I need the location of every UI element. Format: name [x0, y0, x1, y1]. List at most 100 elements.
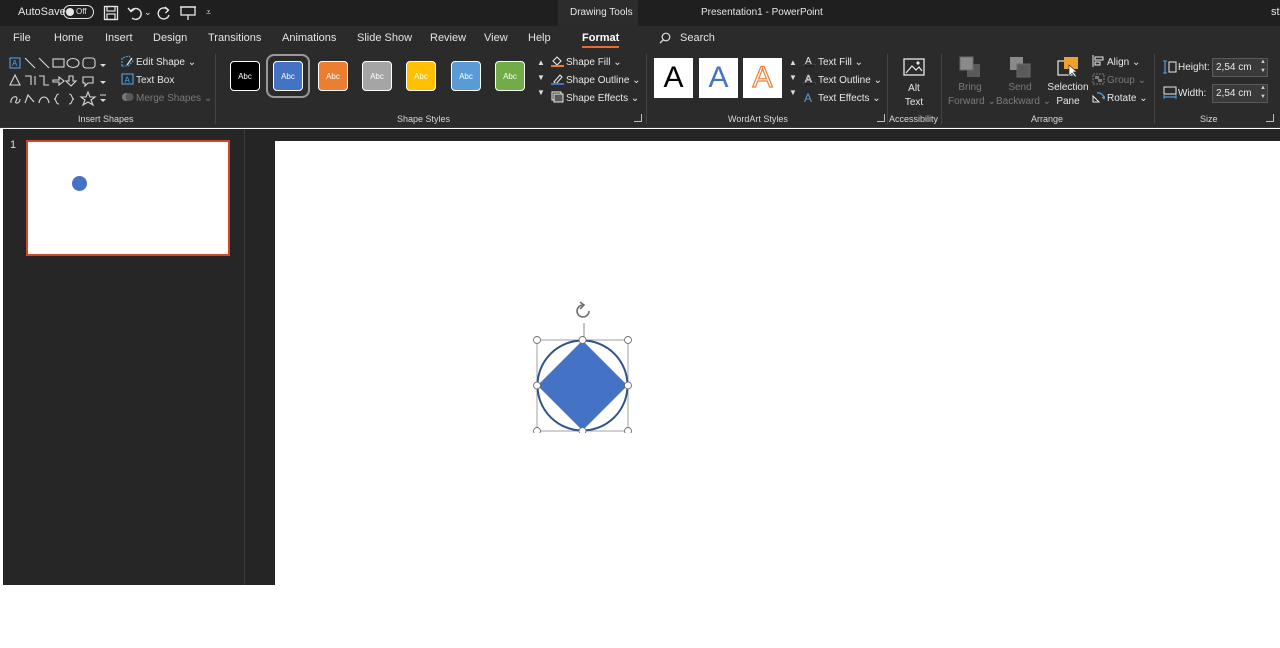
more-styles-icon[interactable]: ▼	[788, 85, 798, 100]
group-separator	[1154, 54, 1155, 124]
tab-file[interactable]: File	[13, 26, 31, 50]
selected-shape-group[interactable]	[527, 301, 637, 433]
shape-outline-label: Shape Outline	[566, 75, 630, 86]
shape-style-swatch[interactable]: Abc	[448, 58, 484, 94]
shape-effects-button[interactable]: Shape Effects ⌄	[551, 91, 639, 106]
shape-style-swatch[interactable]: Abc	[266, 54, 310, 98]
svg-text:A: A	[804, 91, 812, 103]
alt-text-icon	[903, 58, 925, 76]
send-backward-icon	[1010, 57, 1031, 78]
slide-thumbnail-pane: 1	[3, 129, 245, 585]
tab-view[interactable]: View	[484, 26, 508, 50]
wordart-styles-scroll[interactable]: ▲ ▼ ▼	[788, 55, 798, 101]
workspace: 1	[3, 129, 1280, 585]
account-initials[interactable]: st	[1271, 0, 1280, 26]
selection-pane-label-1: Selection	[1047, 82, 1089, 93]
wordart-style-blue[interactable]: A	[699, 58, 738, 98]
tab-transitions[interactable]: Transitions	[208, 26, 261, 50]
present-from-beginning-icon[interactable]	[179, 4, 197, 22]
selection-pane-icon	[1057, 57, 1078, 78]
height-icon	[1163, 60, 1177, 74]
group-separator	[941, 54, 942, 124]
merge-shapes-icon	[122, 93, 134, 101]
text-effects-label: Text Effects	[818, 93, 870, 104]
rotate-label: Rotate	[1107, 93, 1137, 104]
tab-help[interactable]: Help	[528, 26, 551, 50]
wordart-styles-dialog-launcher[interactable]	[877, 114, 885, 122]
text-box-button[interactable]: A Text Box	[121, 73, 174, 88]
search-box[interactable]: Search	[680, 26, 715, 50]
wordart-style-black[interactable]: A	[654, 58, 693, 98]
tab-insert[interactable]: Insert	[105, 26, 133, 50]
shape-style-swatch[interactable]: Abc	[359, 58, 395, 94]
shape-style-swatch[interactable]: Abc	[315, 58, 351, 94]
group-separator	[887, 54, 888, 124]
pen-outline-icon	[551, 74, 564, 85]
edit-shape-button[interactable]: Edit Shape ⌄	[121, 55, 196, 70]
document-title: Presentation1 - PowerPoint	[701, 7, 823, 18]
tab-format[interactable]: Format	[582, 26, 620, 50]
shape-outline-button[interactable]: Shape Outline ⌄	[551, 73, 641, 88]
redo-icon[interactable]	[155, 4, 173, 22]
alt-text-button[interactable]: Alt Text	[899, 56, 929, 110]
scroll-down-icon[interactable]: ▼	[788, 70, 798, 85]
text-fill-button[interactable]: A Text Fill ⌄	[803, 55, 863, 70]
slide-thumbnail[interactable]	[26, 140, 230, 256]
undo-icon[interactable]	[126, 4, 144, 22]
text-outline-button[interactable]: A Text Outline ⌄	[803, 73, 882, 88]
merge-shapes-button[interactable]: Merge Shapes ⌄	[121, 91, 212, 106]
align-icon	[1092, 55, 1104, 67]
edit-shape-icon	[121, 55, 134, 67]
slide-canvas[interactable]	[275, 141, 1280, 585]
text-outline-icon: A	[803, 74, 816, 85]
scroll-up-icon[interactable]: ▲	[536, 55, 546, 70]
undo-dropdown-icon[interactable]: ⌄	[144, 0, 152, 26]
scroll-down-icon[interactable]: ▼	[536, 70, 546, 85]
customize-toolbar-icon[interactable]: ⩡	[206, 0, 211, 26]
tab-animations[interactable]: Animations	[282, 26, 336, 50]
shape-style-preview: Abc	[273, 61, 303, 91]
shape-style-preview: Abc	[495, 61, 525, 91]
group-objects-button[interactable]: Group ⌄	[1092, 73, 1146, 88]
width-spinner[interactable]: ▲ ▼	[1258, 84, 1268, 103]
text-fill-icon: A	[803, 56, 816, 67]
save-icon[interactable]	[102, 4, 120, 22]
tab-design[interactable]: Design	[153, 26, 187, 50]
group-label-accessibility: Accessibility	[889, 114, 939, 124]
scroll-up-icon[interactable]: ▲	[788, 55, 798, 70]
selection-pane-button[interactable]: Selection Pane	[1047, 55, 1089, 109]
ribbon: A Edit Shape ⌄ A Text Box Merge Shapes ⌄…	[0, 50, 1280, 128]
send-backward-label-2: Backward	[996, 96, 1040, 107]
more-styles-icon[interactable]: ▼	[536, 85, 546, 100]
rotation-handle-icon[interactable]	[576, 301, 590, 318]
align-button[interactable]: Align ⌄	[1092, 55, 1140, 70]
group-separator	[215, 54, 216, 124]
group-label: Group	[1107, 75, 1135, 86]
shape-styles-scroll[interactable]: ▲ ▼ ▼	[536, 55, 546, 101]
shape-style-swatch[interactable]: Abc	[403, 58, 439, 94]
shape-effects-icon	[551, 91, 564, 103]
shape-fill-button[interactable]: Shape Fill ⌄	[551, 55, 622, 70]
wordart-style-orange-outline[interactable]: A	[743, 58, 782, 98]
width-icon	[1163, 86, 1177, 99]
autosave-toggle[interactable]: Off	[63, 5, 94, 19]
autosave-label: AutoSave	[18, 6, 66, 18]
tab-slide-show[interactable]: Slide Show	[357, 26, 412, 50]
tab-review[interactable]: Review	[430, 26, 466, 50]
bring-forward-icon	[959, 56, 980, 77]
bring-forward-button[interactable]: Bring Forward ⌄	[948, 55, 996, 109]
shape-style-swatch[interactable]: Abc	[492, 58, 528, 94]
ribbon-tabs: File Home Insert Design Transitions Anim…	[0, 26, 1280, 50]
shape-style-swatch[interactable]: Abc	[227, 58, 263, 94]
shapes-gallery[interactable]: A	[8, 55, 108, 107]
shape-fill-label: Shape Fill	[566, 57, 611, 68]
shape-style-preview: Abc	[318, 61, 348, 91]
height-spinner[interactable]: ▲ ▼	[1258, 58, 1268, 77]
shape-effects-label: Shape Effects	[566, 93, 629, 104]
size-dialog-launcher[interactable]	[1266, 114, 1274, 122]
shape-styles-dialog-launcher[interactable]	[634, 114, 642, 122]
send-backward-button[interactable]: Send Backward ⌄	[996, 55, 1051, 109]
rotate-button[interactable]: Rotate ⌄	[1092, 91, 1148, 106]
tab-home[interactable]: Home	[54, 26, 83, 50]
text-effects-button[interactable]: A Text Effects ⌄	[803, 91, 881, 106]
